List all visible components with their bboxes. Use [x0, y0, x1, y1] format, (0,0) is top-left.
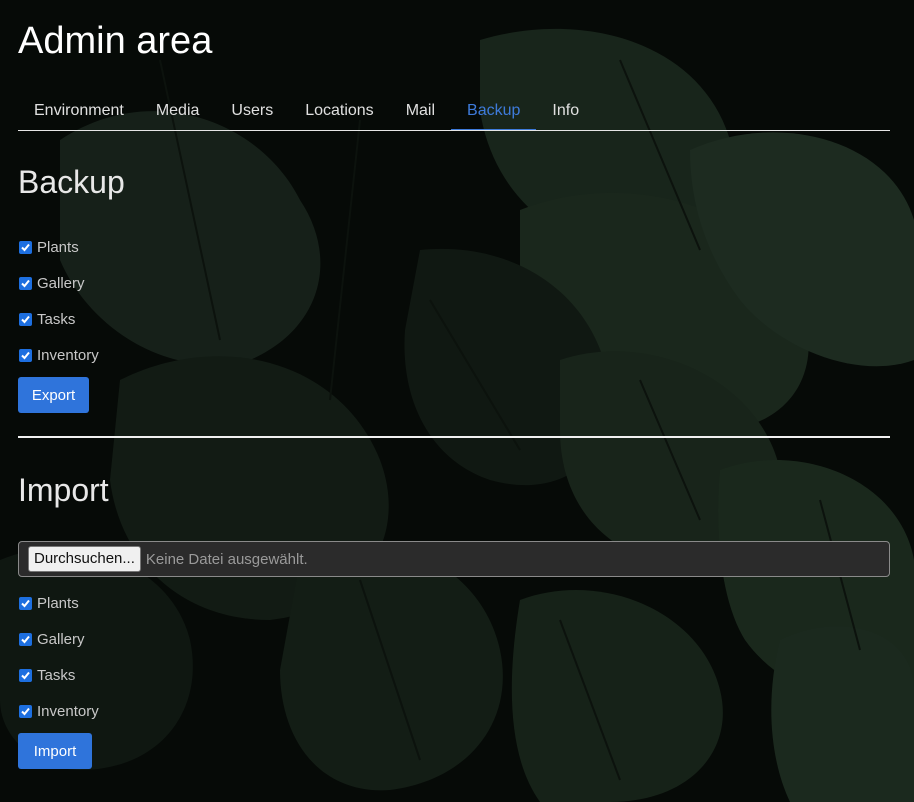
- backup-option-tasks[interactable]: Tasks: [18, 309, 75, 329]
- checkbox-checked-icon[interactable]: [19, 348, 32, 362]
- import-button[interactable]: Import: [18, 733, 92, 769]
- backup-option-gallery[interactable]: Gallery: [18, 273, 85, 293]
- checkbox-checked-icon[interactable]: [19, 312, 32, 326]
- import-file-input[interactable]: Durchsuchen... Keine Datei ausgewählt.: [18, 541, 890, 577]
- import-option-label: Tasks: [37, 666, 76, 684]
- backup-option-label: Plants: [37, 238, 79, 256]
- page-title: Admin area: [18, 20, 213, 62]
- checkbox-checked-icon[interactable]: [19, 240, 32, 254]
- section-divider: [18, 436, 890, 438]
- tab-users[interactable]: Users: [215, 92, 289, 130]
- tab-backup[interactable]: Backup: [451, 92, 537, 130]
- backup-option-label: Gallery: [37, 274, 85, 292]
- admin-tabs: Environment Media Users Locations Mail B…: [18, 92, 890, 131]
- import-option-inventory[interactable]: Inventory: [18, 701, 99, 721]
- import-option-plants[interactable]: Plants: [18, 593, 79, 613]
- tab-media[interactable]: Media: [140, 92, 216, 130]
- tab-info[interactable]: Info: [536, 92, 595, 130]
- checkbox-checked-icon[interactable]: [19, 276, 32, 290]
- backup-heading: Backup: [18, 164, 125, 200]
- import-option-gallery[interactable]: Gallery: [18, 629, 85, 649]
- tab-mail[interactable]: Mail: [390, 92, 451, 130]
- backup-option-inventory[interactable]: Inventory: [18, 345, 99, 365]
- backup-option-label: Tasks: [37, 310, 76, 328]
- import-option-label: Inventory: [37, 702, 99, 720]
- browse-file-button[interactable]: Durchsuchen...: [28, 546, 141, 572]
- backup-option-label: Inventory: [37, 346, 99, 364]
- tab-environment[interactable]: Environment: [18, 92, 140, 130]
- tab-locations[interactable]: Locations: [289, 92, 390, 130]
- import-heading: Import: [18, 472, 109, 508]
- checkbox-checked-icon[interactable]: [19, 704, 32, 718]
- export-button[interactable]: Export: [18, 377, 89, 413]
- file-status-text: Keine Datei ausgewählt.: [145, 550, 308, 568]
- import-option-tasks[interactable]: Tasks: [18, 665, 75, 685]
- import-option-label: Plants: [37, 594, 79, 612]
- checkbox-checked-icon[interactable]: [19, 668, 32, 682]
- checkbox-checked-icon[interactable]: [19, 596, 32, 610]
- backup-option-plants[interactable]: Plants: [18, 237, 79, 257]
- import-option-label: Gallery: [37, 630, 85, 648]
- checkbox-checked-icon[interactable]: [19, 632, 32, 646]
